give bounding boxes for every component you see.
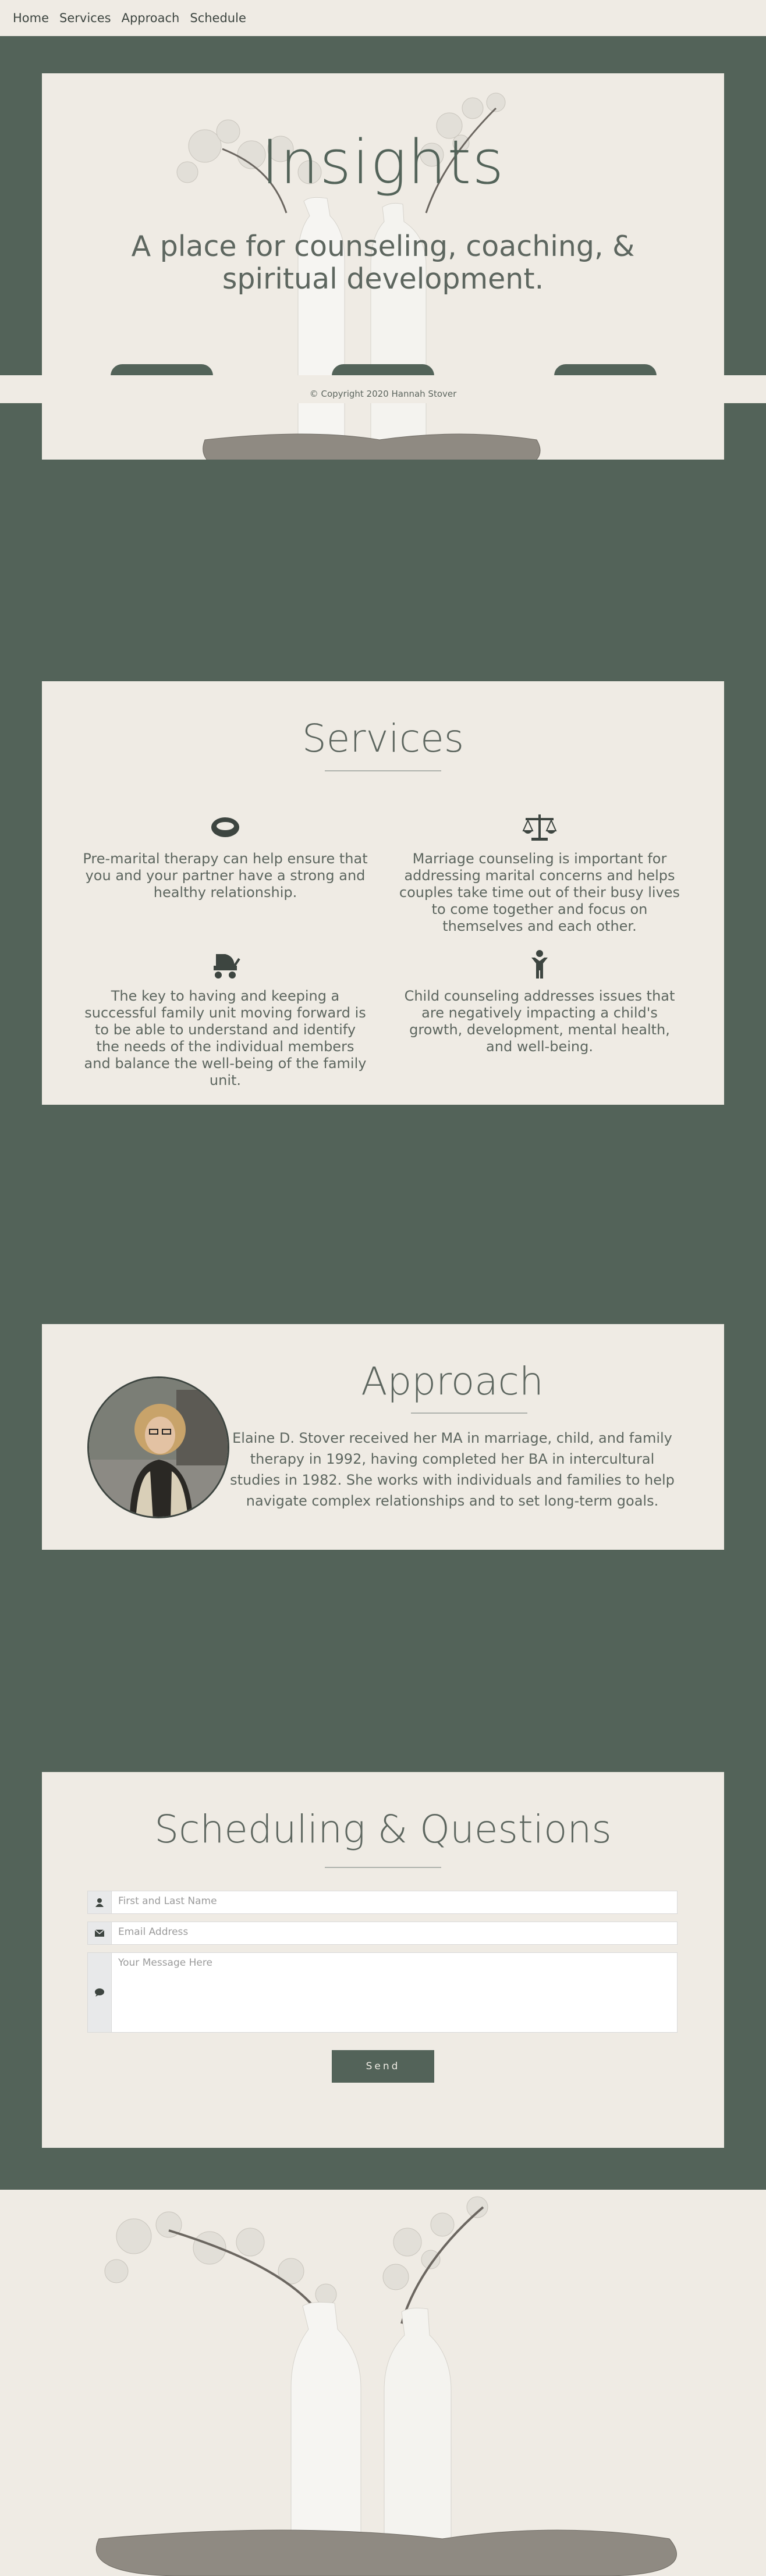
child-icon <box>531 950 548 979</box>
approach-section: Approach Elaine D. Stover received her M… <box>42 1324 724 1550</box>
nav-home-link[interactable]: Home <box>13 11 49 25</box>
therapist-photo <box>87 1376 229 1518</box>
hero-subtitle: A place for counseling, coaching, & spir… <box>131 230 635 296</box>
service-marriage: Marriage counseling is important for add… <box>397 812 682 935</box>
service-child: Child counseling addresses issues that a… <box>397 949 682 1055</box>
hero-title: Insights <box>261 127 505 198</box>
services-title: Services <box>302 716 464 761</box>
baby-carriage-icon <box>214 954 240 979</box>
service-marriage-text: Marriage counseling is important for add… <box>399 851 680 934</box>
schedule-title-rule <box>325 1867 441 1868</box>
balance-scale-icon <box>522 814 557 841</box>
copyright-footer: © Copyright 2020 Hannah Stover <box>0 375 766 403</box>
schedule-section: Scheduling & Questions First and Last Na… <box>42 1772 724 2148</box>
copyright-text: © Copyright 2020 Hannah Stover <box>309 389 457 399</box>
email-field[interactable]: Email Address <box>87 1922 678 1945</box>
schedule-title: Scheduling & Questions <box>154 1807 612 1852</box>
name-field[interactable]: First and Last Name <box>87 1891 678 1914</box>
bottom-vase-image <box>0 2190 766 2576</box>
service-premarital-text: Pre-marital therapy can help ensure that… <box>83 851 368 901</box>
comment-icon <box>88 1953 112 2032</box>
approach-title-rule <box>411 1412 527 1414</box>
services-title-rule <box>325 770 441 771</box>
service-child-text: Child counseling addresses issues that a… <box>404 988 675 1055</box>
nav-approach-link[interactable]: Approach <box>122 11 180 25</box>
email-placeholder: Email Address <box>118 1926 189 1938</box>
name-placeholder: First and Last Name <box>118 1895 217 1907</box>
service-premarital: Pre-marital therapy can help ensure that… <box>83 812 368 901</box>
approach-text: Elaine D. Stover received her MA in marr… <box>230 1430 675 1509</box>
top-navbar: Home Services Approach Schedule <box>0 0 766 36</box>
approach-title: Approach <box>361 1359 544 1404</box>
nav-schedule-link[interactable]: Schedule <box>190 11 246 25</box>
message-placeholder: Your Message Here <box>118 1957 212 1969</box>
send-button[interactable]: Send <box>332 2050 434 2083</box>
service-family: The key to having and keeping a successf… <box>83 949 368 1089</box>
message-field[interactable]: Your Message Here <box>87 1952 678 2033</box>
envelope-icon <box>88 1922 112 1944</box>
services-section: Services Pre-marital therapy can help en… <box>42 681 724 1105</box>
user-icon <box>88 1891 112 1913</box>
service-family-text: The key to having and keeping a successf… <box>84 988 367 1088</box>
nav-services-link[interactable]: Services <box>59 11 111 25</box>
ring-icon <box>211 817 239 837</box>
